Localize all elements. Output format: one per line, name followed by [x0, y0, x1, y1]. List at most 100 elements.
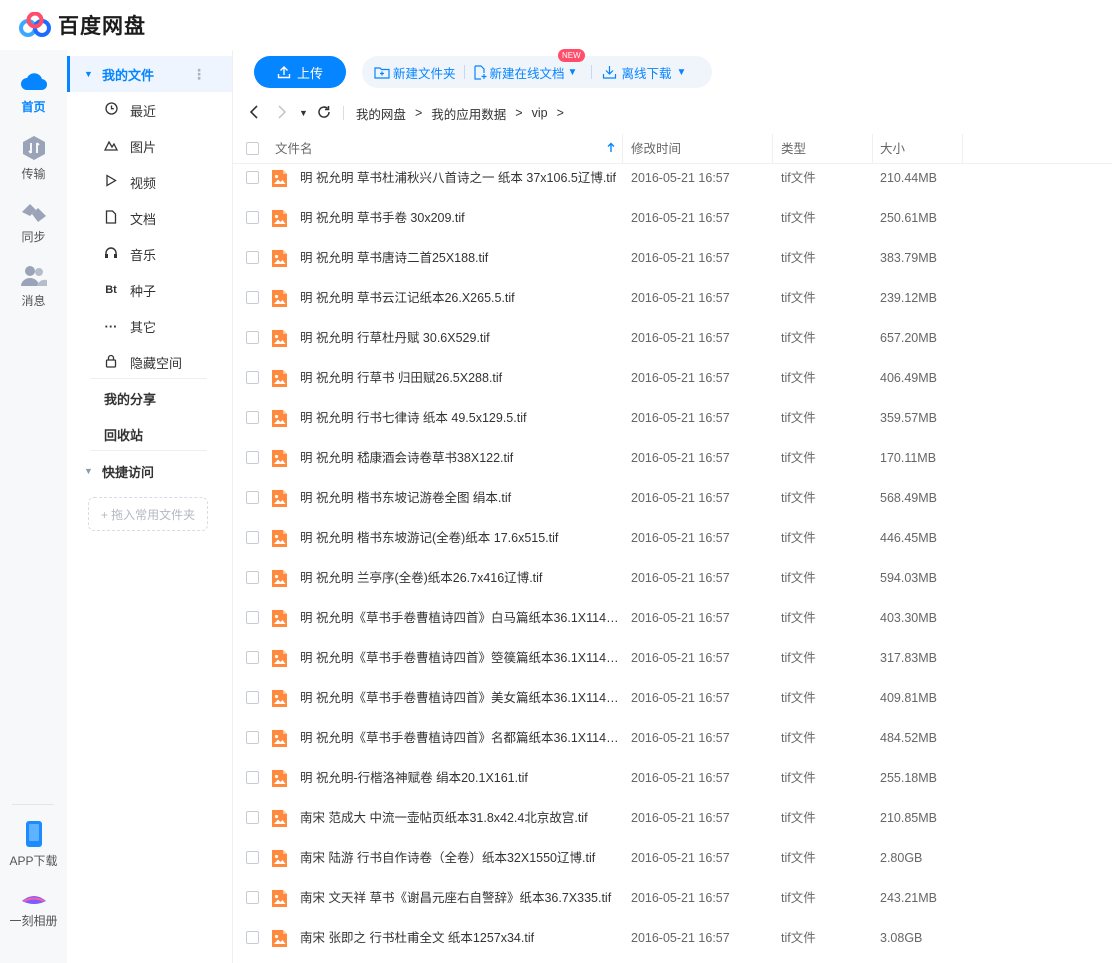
row-checkbox[interactable] — [246, 251, 259, 264]
table-row[interactable]: 明 祝允明《草书手卷曹植诗四首》白马篇纸本36.1X1147... 2016-05… — [233, 598, 1112, 638]
table-row[interactable]: 明 祝允明 兰亭序(全卷)纸本26.7x416辽博.tif 2016-05-21 … — [233, 558, 1112, 598]
file-size: 317.83MB — [880, 651, 937, 665]
sidebar-item-hidden-space[interactable]: 隐藏空间 — [67, 344, 232, 380]
file-name[interactable]: 南宋 张即之 行书杜甫全文 纸本1257x34.tif — [300, 918, 622, 958]
row-checkbox[interactable] — [246, 851, 259, 864]
file-name[interactable]: 明 祝允明 行书七律诗 纸本 49.5x129.5.tif — [300, 398, 622, 438]
select-all-checkbox[interactable] — [246, 142, 259, 155]
sidebar-item-others[interactable]: ··· 其它 — [67, 308, 232, 344]
sidebar-item-quick-access[interactable]: ▼ 快捷访问 — [67, 453, 232, 489]
file-name[interactable]: 南宋 文天祥 草书《谢昌元座右自警辞》纸本36.7X335.tif — [300, 878, 622, 918]
file-name[interactable]: 明 祝允明 草书杜浦秋兴八首诗之一 纸本 37x106.5辽博.tif — [300, 158, 622, 198]
sidebar-item-recent[interactable]: 最近 — [67, 92, 232, 128]
file-type: tif文件 — [781, 691, 816, 705]
file-name[interactable]: 明 祝允明《草书手卷曹植诗四首》美女篇纸本36.1X1147... — [300, 678, 622, 718]
breadcrumb-item[interactable]: 我的应用数据 — [431, 104, 506, 123]
file-name[interactable]: 明 祝允明《草书手卷曹植诗四首》箜篌篇纸本36.1X1147... — [300, 638, 622, 678]
table-row[interactable]: 明 祝允明 楷书东坡游记(全卷)纸本 17.6x515.tif 2016-05-2… — [233, 518, 1112, 558]
nav-transfer[interactable]: 传输 — [0, 135, 67, 182]
breadcrumb-item[interactable]: vip — [532, 106, 548, 120]
new-folder-button[interactable]: 新建文件夹 — [374, 56, 456, 88]
table-row[interactable]: 明 祝允明 行书七律诗 纸本 49.5x129.5.tif 2016-05-21 … — [233, 398, 1112, 438]
table-row[interactable]: 明 祝允明《草书手卷曹植诗四首》美女篇纸本36.1X1147... 2016-05… — [233, 678, 1112, 718]
file-name[interactable]: 明 祝允明 嵇康酒会诗卷草书38X122.tif — [300, 438, 622, 478]
table-row[interactable]: 明 祝允明《草书手卷曹植诗四首》箜篌篇纸本36.1X1147... 2016-05… — [233, 638, 1112, 678]
nav-home[interactable]: 首页 — [0, 70, 67, 115]
more-vertical-icon[interactable]: ⋮ — [192, 66, 206, 83]
table-row[interactable]: 明 祝允明 楷书东坡记游卷全图 绢本.tif 2016-05-21 16:57 ti… — [233, 478, 1112, 518]
sidebar-item-music[interactable]: 音乐 — [67, 236, 232, 272]
row-checkbox[interactable] — [246, 451, 259, 464]
file-name[interactable]: 明 祝允明 兰亭序(全卷)纸本26.7x416辽博.tif — [300, 558, 622, 598]
table-row[interactable]: 明 祝允明 草书唐诗二首25X188.tif 2016-05-21 16:57 ti… — [233, 238, 1112, 278]
sidebar-item-videos[interactable]: 视频 — [67, 164, 232, 200]
nav-album[interactable]: 一刻相册 — [0, 892, 67, 929]
row-checkbox[interactable] — [246, 371, 259, 384]
table-row[interactable]: 明 祝允明 行草书 归田赋26.5X288.tif 2016-05-21 16:5… — [233, 358, 1112, 398]
file-name[interactable]: 明 祝允明 行草杜丹赋 30.6X529.tif — [300, 318, 622, 358]
table-row[interactable]: 南宋 陆游 行书自作诗卷（全卷）纸本32X1550辽博.tif 2016-05-2… — [233, 838, 1112, 878]
quick-access-dropzone[interactable]: + 拖入常用文件夹 — [88, 497, 208, 531]
row-checkbox[interactable] — [246, 651, 259, 664]
sidebar-item-my-files[interactable]: ▼ 我的文件 ⋮ — [67, 56, 232, 92]
file-modified: 2016-05-21 16:57 — [631, 811, 730, 825]
row-checkbox[interactable] — [246, 891, 259, 904]
row-checkbox[interactable] — [246, 811, 259, 824]
history-dropdown-icon[interactable]: ▼ — [299, 108, 308, 118]
offline-download-button[interactable]: 离线下载 ▼ — [577, 56, 686, 88]
app-logo[interactable]: 百度网盘 — [18, 10, 146, 40]
file-name[interactable]: 南宋 范成大 中流一壶帖页纸本31.8x42.4北京故宫.tif — [300, 798, 622, 838]
table-row[interactable]: 明 祝允明 草书手卷 30x209.tif 2016-05-21 16:57 tif… — [233, 198, 1112, 238]
file-name[interactable]: 明 祝允明 楷书东坡游记(全卷)纸本 17.6x515.tif — [300, 518, 622, 558]
row-checkbox[interactable] — [246, 571, 259, 584]
row-checkbox[interactable] — [246, 171, 259, 184]
breadcrumb-item[interactable]: 我的网盘 — [356, 104, 406, 123]
row-checkbox[interactable] — [246, 731, 259, 744]
file-name[interactable]: 明 祝允明《草书手卷曹植诗四首》白马篇纸本36.1X1147... — [300, 598, 622, 638]
table-row[interactable]: 明 祝允明《草书手卷曹植诗四首》名都篇纸本36.1X1147... 2016-05… — [233, 718, 1112, 758]
table-row[interactable]: 明 祝允明 行草杜丹赋 30.6X529.tif 2016-05-21 16:57… — [233, 318, 1112, 358]
row-checkbox[interactable] — [246, 411, 259, 424]
table-row[interactable]: 明 祝允明-行楷洛神赋卷 绢本20.1X161.tif 2016-05-21 16… — [233, 758, 1112, 798]
forward-arrow-icon[interactable] — [277, 104, 287, 122]
upload-button[interactable]: 上传 — [254, 56, 346, 88]
row-checkbox[interactable] — [246, 771, 259, 784]
nav-app-download[interactable]: APP下载 — [0, 820, 67, 869]
nav-sync[interactable]: 同步 — [0, 200, 67, 245]
file-name[interactable]: 明 祝允明 楷书东坡记游卷全图 绢本.tif — [300, 478, 622, 518]
nav-message[interactable]: 消息 — [0, 264, 67, 309]
sidebar-item-images[interactable]: 图片 — [67, 128, 232, 164]
nav-sync-label: 同步 — [21, 230, 46, 244]
row-checkbox[interactable] — [246, 531, 259, 544]
refresh-icon[interactable] — [317, 105, 331, 122]
image-file-icon — [271, 489, 288, 508]
file-name[interactable]: 明 祝允明-行楷洛神赋卷 绢本20.1X161.tif — [300, 758, 622, 798]
row-checkbox[interactable] — [246, 611, 259, 624]
table-row[interactable]: 明 祝允明 嵇康酒会诗卷草书38X122.tif 2016-05-21 16:57… — [233, 438, 1112, 478]
row-checkbox[interactable] — [246, 931, 259, 944]
table-row[interactable]: 明 祝允明 草书云江记纸本26.X265.5.tif 2016-05-21 16:… — [233, 278, 1112, 318]
table-row[interactable]: 南宋 文天祥 草书《谢昌元座右自警辞》纸本36.7X335.tif 2016-05… — [233, 878, 1112, 918]
row-checkbox[interactable] — [246, 211, 259, 224]
table-row[interactable]: 明 祝允明 草书杜浦秋兴八首诗之一 纸本 37x106.5辽博.tif 2016-… — [233, 158, 1112, 198]
file-size: 594.03MB — [880, 571, 937, 585]
new-online-doc-button[interactable]: 新建在线文档 ▼ — [456, 56, 577, 88]
table-row[interactable]: 南宋 张即之 行书杜甫全文 纸本1257x34.tif 2016-05-21 16… — [233, 918, 1112, 958]
file-name[interactable]: 明 祝允明 草书手卷 30x209.tif — [300, 198, 622, 238]
row-checkbox[interactable] — [246, 491, 259, 504]
file-name[interactable]: 南宋 陆游 行书自作诗卷（全卷）纸本32X1550辽博.tif — [300, 838, 622, 878]
sidebar-item-torrents[interactable]: Bt 种子 — [67, 272, 232, 308]
file-type: tif文件 — [781, 291, 816, 305]
sidebar-item-documents[interactable]: 文档 — [67, 200, 232, 236]
row-checkbox[interactable] — [246, 291, 259, 304]
file-name[interactable]: 明 祝允明 草书云江记纸本26.X265.5.tif — [300, 278, 622, 318]
row-checkbox[interactable] — [246, 331, 259, 344]
file-name[interactable]: 明 祝允明 行草书 归田赋26.5X288.tif — [300, 358, 622, 398]
file-name[interactable]: 明 祝允明 草书唐诗二首25X188.tif — [300, 238, 622, 278]
sidebar-item-my-share[interactable]: 我的分享 — [67, 380, 232, 416]
row-checkbox[interactable] — [246, 691, 259, 704]
table-row[interactable]: 南宋 范成大 中流一壶帖页纸本31.8x42.4北京故宫.tif 2016-05-… — [233, 798, 1112, 838]
back-arrow-icon[interactable] — [249, 104, 259, 122]
file-name[interactable]: 明 祝允明《草书手卷曹植诗四首》名都篇纸本36.1X1147... — [300, 718, 622, 758]
sidebar-item-recycle-bin[interactable]: 回收站 — [67, 416, 232, 452]
